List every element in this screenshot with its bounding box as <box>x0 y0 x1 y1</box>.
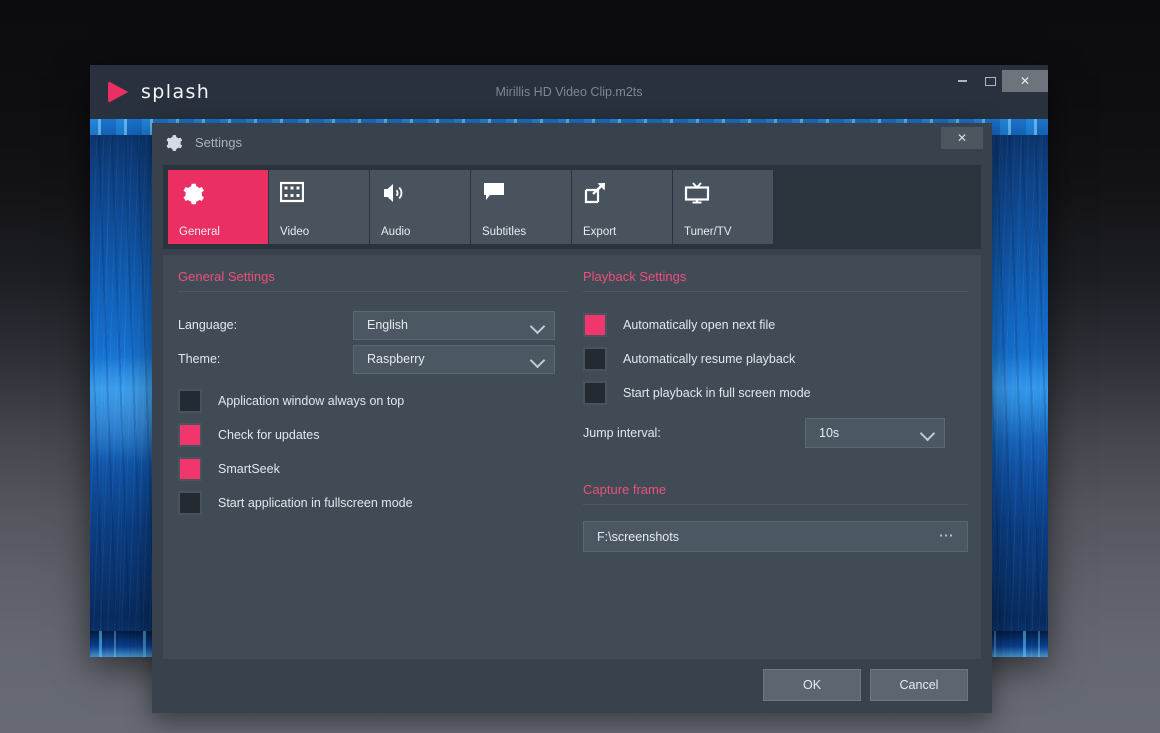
settings-tabstrip: General Video <box>163 165 981 249</box>
language-row: Language: English <box>178 308 568 342</box>
film-strip-icon <box>280 181 304 203</box>
checkbox-label: SmartSeek <box>218 462 280 476</box>
close-window-button[interactable]: ✕ <box>1002 70 1048 92</box>
close-settings-button[interactable]: ✕ <box>941 127 983 149</box>
jump-interval-label: Jump interval: <box>583 426 805 440</box>
checkbox-row-start-fullscreen[interactable]: Start application in fullscreen mode <box>178 486 568 520</box>
language-select[interactable]: English <box>353 311 555 340</box>
minimize-button[interactable] <box>950 71 974 91</box>
maximize-button[interactable] <box>978 71 1002 91</box>
tab-label: Tuner/TV <box>684 226 732 238</box>
language-value: English <box>354 318 408 332</box>
playback-settings-column: Playback Settings Automatically open nex… <box>583 269 968 552</box>
checkbox-start-playback-fullscreen[interactable] <box>583 381 607 405</box>
capture-path-value: F:\screenshots <box>584 530 679 544</box>
checkbox-auto-resume-playback[interactable] <box>583 347 607 371</box>
checkbox-row-auto-resume[interactable]: Automatically resume playback <box>583 342 968 376</box>
player-titlebar: splash Mirillis HD Video Clip.m2ts ✕ <box>90 65 1048 119</box>
capture-frame-heading: Capture frame <box>583 482 968 505</box>
settings-title: Settings <box>195 135 242 150</box>
checkbox-auto-open-next-file[interactable] <box>583 313 607 337</box>
window-title: Mirillis HD Video Clip.m2ts <box>90 65 1048 119</box>
chevron-down-icon <box>530 318 546 334</box>
cancel-button[interactable]: Cancel <box>870 669 968 701</box>
theme-label: Theme: <box>178 352 353 366</box>
gear-icon <box>179 181 205 207</box>
speech-bubble-icon <box>482 181 506 203</box>
playback-settings-heading: Playback Settings <box>583 269 968 292</box>
theme-value: Raspberry <box>354 352 425 366</box>
settings-footer: OK Cancel <box>152 659 992 713</box>
speaker-icon <box>381 181 405 205</box>
checkbox-smartseek[interactable] <box>178 457 202 481</box>
jump-interval-value: 10s <box>806 426 839 440</box>
tab-label: Export <box>583 226 616 238</box>
export-arrow-icon <box>583 181 607 205</box>
theme-select[interactable]: Raspberry <box>353 345 555 374</box>
ok-button[interactable]: OK <box>763 669 861 701</box>
minimize-icon <box>958 80 967 82</box>
television-icon <box>684 181 710 205</box>
browse-button[interactable]: ⋯ <box>939 526 956 544</box>
checkbox-check-for-updates[interactable] <box>178 423 202 447</box>
checkbox-row-check-updates[interactable]: Check for updates <box>178 418 568 452</box>
checkbox-start-fullscreen[interactable] <box>178 491 202 515</box>
jump-interval-select[interactable]: 10s <box>805 418 945 448</box>
settings-content: General Settings Language: English Theme… <box>163 255 981 659</box>
general-settings-column: General Settings Language: English Theme… <box>178 269 568 520</box>
tab-label: Subtitles <box>482 226 526 238</box>
tab-audio[interactable]: Audio <box>370 170 470 244</box>
tab-label: Audio <box>381 226 410 238</box>
jump-interval-row: Jump interval: 10s <box>583 418 968 448</box>
checkbox-row-auto-open-next[interactable]: Automatically open next file <box>583 308 968 342</box>
tab-tuner-tv[interactable]: Tuner/TV <box>673 170 773 244</box>
settings-dialog: Settings ✕ General <box>152 123 992 713</box>
chevron-down-icon <box>920 426 936 442</box>
checkbox-label: Check for updates <box>218 428 319 442</box>
checkbox-label: Application window always on top <box>218 394 404 408</box>
settings-header: Settings ✕ <box>152 123 992 165</box>
capture-path-field[interactable]: F:\screenshots ⋯ <box>583 521 968 552</box>
tab-export[interactable]: Export <box>572 170 672 244</box>
checkbox-row-start-fullscreen-playback[interactable]: Start playback in full screen mode <box>583 376 968 410</box>
chevron-down-icon <box>530 352 546 368</box>
checkbox-label: Automatically resume playback <box>623 352 795 366</box>
checkbox-row-smartseek[interactable]: SmartSeek <box>178 452 568 486</box>
player-window: splash Mirillis HD Video Clip.m2ts ✕ Set… <box>90 65 1048 657</box>
maximize-icon <box>985 77 996 86</box>
checkbox-row-always-on-top[interactable]: Application window always on top <box>178 384 568 418</box>
checkbox-label: Automatically open next file <box>623 318 775 332</box>
general-settings-heading: General Settings <box>178 269 568 292</box>
theme-row: Theme: Raspberry <box>178 342 568 376</box>
gear-icon <box>163 133 183 153</box>
tab-label: Video <box>280 226 309 238</box>
language-label: Language: <box>178 318 353 332</box>
checkbox-label: Start application in fullscreen mode <box>218 496 413 510</box>
tab-video[interactable]: Video <box>269 170 369 244</box>
checkbox-label: Start playback in full screen mode <box>623 386 811 400</box>
checkbox-always-on-top[interactable] <box>178 389 202 413</box>
tab-subtitles[interactable]: Subtitles <box>471 170 571 244</box>
tab-general[interactable]: General <box>168 170 268 244</box>
tab-label: General <box>179 226 220 238</box>
